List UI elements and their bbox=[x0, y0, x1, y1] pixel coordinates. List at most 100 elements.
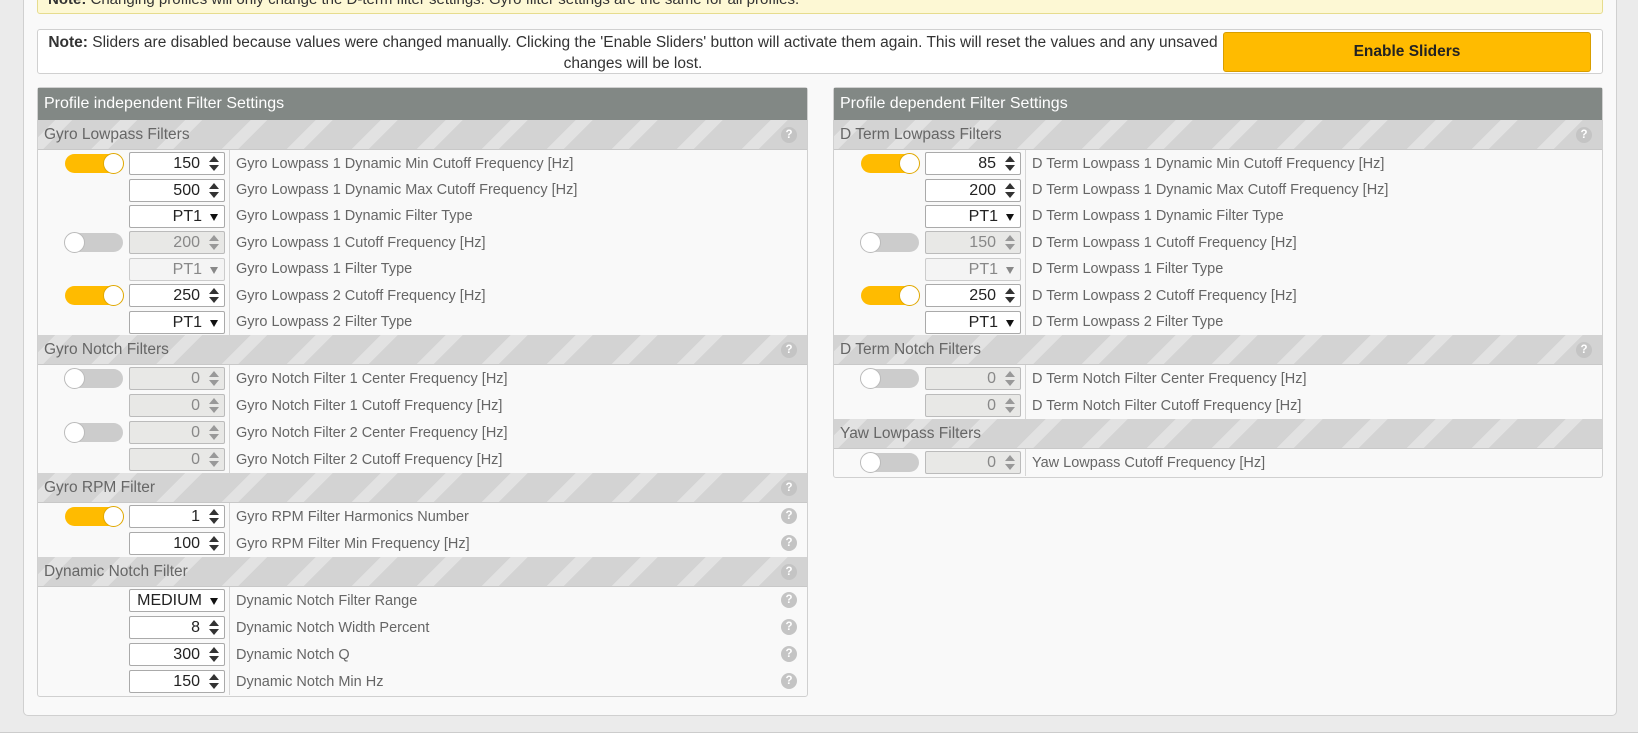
yaw-lowpass-cutoff-input[interactable]: 0 bbox=[925, 451, 1021, 474]
help-icon[interactable]: ? bbox=[781, 646, 797, 662]
dterm-lpf2-toggle[interactable] bbox=[861, 285, 920, 306]
help-icon[interactable]: ? bbox=[1576, 127, 1592, 143]
spinner-icon[interactable] bbox=[208, 154, 220, 173]
dterm-lpf1-type-select[interactable]: PT1 bbox=[925, 258, 1021, 281]
gyro-lpf2-cutoff-input[interactable]: 250 bbox=[129, 284, 225, 307]
dterm-lpf2-type-select[interactable]: PT1 bbox=[925, 311, 1021, 334]
spinner-icon[interactable] bbox=[208, 534, 220, 553]
spinner-icon[interactable] bbox=[208, 396, 220, 415]
spinner-icon[interactable] bbox=[208, 423, 220, 442]
gyro-lpf1-dyn-max-input[interactable]: 500 bbox=[129, 179, 225, 202]
dterm-notch-center-input[interactable]: 0 bbox=[925, 367, 1021, 390]
dyn-notch-q-row: 300 Dynamic Notch Q ? bbox=[38, 641, 807, 668]
spinner-icon[interactable] bbox=[208, 369, 220, 388]
dterm-lpf1-dyn-type-select[interactable]: PT1 bbox=[925, 205, 1021, 228]
gyro-notch1-toggle[interactable] bbox=[64, 368, 123, 389]
spinner-icon[interactable] bbox=[1004, 233, 1016, 252]
dyn-notch-q-input[interactable]: 300 bbox=[129, 643, 225, 666]
spinner-icon[interactable] bbox=[1004, 286, 1016, 305]
help-icon[interactable]: ? bbox=[781, 480, 797, 496]
gyro-notch1-center-input[interactable]: 0 bbox=[129, 367, 225, 390]
spinner-icon[interactable] bbox=[208, 645, 220, 664]
panel-title: Profile independent Filter Settings bbox=[38, 88, 807, 120]
help-icon[interactable]: ? bbox=[781, 619, 797, 635]
row-label: Dynamic Notch Min Hz bbox=[236, 673, 384, 690]
dterm-lpf1-dyn-max-input[interactable]: 200 bbox=[925, 179, 1021, 202]
gyro-lpf1-cutoff-input[interactable]: 200 bbox=[129, 231, 225, 254]
gyro-notch2-toggle[interactable] bbox=[64, 422, 123, 443]
dterm-lpf2-cutoff-input[interactable]: 250 bbox=[925, 284, 1021, 307]
gyro-lpf2-type-select[interactable]: PT1 bbox=[129, 311, 225, 334]
row-label: D Term Lowpass 1 Dynamic Filter Type bbox=[1032, 208, 1284, 224]
row-label: Gyro RPM Filter Harmonics Number bbox=[236, 508, 469, 525]
row-label: Gyro Lowpass 2 Filter Type bbox=[236, 314, 413, 330]
yaw-lowpass-toggle[interactable] bbox=[860, 452, 919, 473]
section-yaw-lowpass: Yaw Lowpass Filters bbox=[834, 419, 1602, 449]
gyro-lpf1-dyn-type-select[interactable]: PT1 bbox=[129, 205, 225, 228]
dterm-lpf1-static-toggle[interactable] bbox=[860, 232, 919, 253]
section-dterm-notch: D Term Notch Filters ? bbox=[834, 335, 1602, 365]
row-label: Gyro Lowpass 1 Cutoff Frequency [Hz] bbox=[236, 234, 486, 251]
help-icon[interactable]: ? bbox=[781, 342, 797, 358]
gyro-notch2-center-row: 0 Gyro Notch Filter 2 Center Frequency [… bbox=[38, 419, 807, 446]
row-label: Yaw Lowpass Cutoff Frequency [Hz] bbox=[1032, 454, 1266, 471]
dyn-notch-range-row: MEDIUM Dynamic Notch Filter Range ? bbox=[38, 587, 807, 614]
help-icon[interactable]: ? bbox=[781, 564, 797, 580]
spinner-icon[interactable] bbox=[208, 507, 220, 526]
dterm-lpf1-cutoff-input[interactable]: 150 bbox=[925, 231, 1021, 254]
help-icon[interactable]: ? bbox=[781, 535, 797, 551]
spinner-icon[interactable] bbox=[1004, 453, 1016, 472]
row-label: D Term Notch Filter Center Frequency [Hz… bbox=[1032, 370, 1307, 387]
gyro-notch2-center-input[interactable]: 0 bbox=[129, 421, 225, 444]
row-label: Gyro Lowpass 1 Dynamic Filter Type bbox=[236, 208, 473, 224]
spinner-icon[interactable] bbox=[1004, 154, 1016, 173]
gyro-lpf2-toggle[interactable] bbox=[65, 285, 124, 306]
help-icon[interactable]: ? bbox=[781, 673, 797, 689]
profile-independent-panel: Profile independent Filter Settings Gyro… bbox=[37, 87, 808, 697]
row-label: Gyro RPM Filter Min Frequency [Hz] bbox=[236, 535, 470, 552]
spinner-icon[interactable] bbox=[208, 450, 220, 469]
section-gyro-lowpass: Gyro Lowpass Filters ? bbox=[38, 120, 807, 150]
dyn-notch-width-input[interactable]: 8 bbox=[129, 616, 225, 639]
profile-note-text: Changing profiles will only change the D… bbox=[91, 0, 800, 8]
row-label: D Term Lowpass 2 Filter Type bbox=[1032, 314, 1224, 330]
gyro-notch2-cutoff-input[interactable]: 0 bbox=[129, 448, 225, 471]
dterm-lpf1-dyn-toggle[interactable] bbox=[861, 153, 920, 174]
help-icon[interactable]: ? bbox=[781, 592, 797, 608]
gyro-rpm-min-freq-input[interactable]: 100 bbox=[129, 532, 225, 555]
section-dynamic-notch: Dynamic Notch Filter ? bbox=[38, 557, 807, 587]
row-label: Gyro Lowpass 1 Dynamic Max Cutoff Freque… bbox=[236, 182, 578, 198]
spinner-icon[interactable] bbox=[208, 672, 220, 691]
spinner-icon[interactable] bbox=[1004, 396, 1016, 415]
dyn-notch-min-hz-input[interactable]: 150 bbox=[129, 670, 225, 693]
help-icon[interactable]: ? bbox=[781, 508, 797, 524]
gyro-lpf1-dyn-min-input[interactable]: 150 bbox=[129, 152, 225, 175]
profile-note-prefix: Note: bbox=[48, 0, 86, 8]
row-label: D Term Lowpass 1 Dynamic Min Cutoff Freq… bbox=[1032, 155, 1385, 172]
spinner-icon[interactable] bbox=[1004, 369, 1016, 388]
dyn-notch-range-select[interactable]: MEDIUM bbox=[129, 589, 225, 612]
dterm-notch-cutoff-input[interactable]: 0 bbox=[925, 394, 1021, 417]
section-title: Dynamic Notch Filter bbox=[44, 563, 188, 580]
dterm-lpf1-dyn-min-input[interactable]: 85 bbox=[925, 152, 1021, 175]
enable-sliders-button[interactable]: Enable Sliders bbox=[1223, 32, 1591, 72]
spinner-icon[interactable] bbox=[1004, 181, 1016, 200]
gyro-lpf1-static-toggle[interactable] bbox=[64, 232, 123, 253]
gyro-rpm-harmonics-row: 1 Gyro RPM Filter Harmonics Number ? bbox=[38, 503, 807, 530]
dterm-lpf2-cutoff-row: 250 D Term Lowpass 2 Cutoff Frequency [H… bbox=[834, 282, 1602, 309]
row-label: Gyro Notch Filter 2 Center Frequency [Hz… bbox=[236, 424, 508, 441]
spinner-icon[interactable] bbox=[208, 286, 220, 305]
help-icon[interactable]: ? bbox=[1576, 342, 1592, 358]
spinner-icon[interactable] bbox=[208, 181, 220, 200]
help-icon[interactable]: ? bbox=[781, 127, 797, 143]
spinner-icon[interactable] bbox=[208, 233, 220, 252]
gyro-lpf1-dyn-toggle[interactable] bbox=[65, 153, 124, 174]
dterm-lpf1-dyn-max-row: 200 D Term Lowpass 1 Dynamic Max Cutoff … bbox=[834, 177, 1602, 203]
dterm-notch-toggle[interactable] bbox=[860, 368, 919, 389]
gyro-notch1-cutoff-input[interactable]: 0 bbox=[129, 394, 225, 417]
gyro-rpm-harmonics-input[interactable]: 1 bbox=[129, 505, 225, 528]
spinner-icon[interactable] bbox=[208, 618, 220, 637]
section-title: Yaw Lowpass Filters bbox=[840, 425, 981, 442]
gyro-rpm-toggle[interactable] bbox=[65, 506, 124, 527]
gyro-lpf1-type-select[interactable]: PT1 bbox=[129, 258, 225, 281]
